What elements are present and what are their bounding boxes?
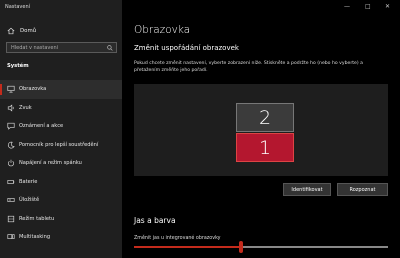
display-1[interactable]: 1 xyxy=(236,133,294,162)
brightness-heading: Jas a barva xyxy=(134,216,176,225)
power-icon xyxy=(8,160,14,167)
sidebar-item-label: Zvuk xyxy=(19,104,32,111)
sidebar-item-tablet-mode[interactable]: Režim tabletu xyxy=(0,210,122,229)
moon-icon xyxy=(7,141,15,149)
brightness-label: Změnit jas u integrované obrazovky xyxy=(134,236,221,241)
main-content: — □ ✕ Obrazovka Změnit uspořádání obrazo… xyxy=(122,0,400,258)
multitasking-icon xyxy=(7,234,15,240)
sidebar: Nastavení Domů Systém Obrazovka xyxy=(0,0,122,258)
home-link[interactable]: Domů xyxy=(7,26,117,36)
speaker-icon xyxy=(7,104,14,112)
sidebar-item-power-sleep[interactable]: Napájení a režim spánku xyxy=(0,154,122,173)
battery-icon xyxy=(7,179,15,184)
section-heading: Systém xyxy=(7,63,29,69)
monitor-icon xyxy=(7,86,15,93)
display-arrangement-area[interactable]: 2 1 xyxy=(134,84,388,176)
home-icon xyxy=(7,27,15,35)
arrangement-heading: Změnit uspořádání obrazovek xyxy=(134,44,239,52)
search-box[interactable] xyxy=(6,42,117,53)
detect-button[interactable]: Rozpoznat xyxy=(337,183,388,196)
sidebar-item-label: Napájení a režim spánku xyxy=(19,160,82,167)
brightness-slider[interactable] xyxy=(134,241,388,253)
sidebar-item-display[interactable]: Obrazovka xyxy=(0,80,122,99)
sidebar-item-focus-assist[interactable]: Pomocník pro lepší soustředění xyxy=(0,136,122,155)
brightness-slider-thumb[interactable] xyxy=(239,241,243,253)
maximize-icon[interactable]: □ xyxy=(365,3,371,10)
window-title: Nastavení xyxy=(5,4,31,10)
sidebar-item-label: Baterie xyxy=(19,178,38,185)
sidebar-item-label: Režim tabletu xyxy=(19,215,55,222)
sidebar-item-multitasking[interactable]: Multitasking xyxy=(0,228,122,247)
display-2[interactable]: 2 xyxy=(236,103,294,132)
close-icon[interactable]: ✕ xyxy=(385,3,390,10)
search-icon[interactable] xyxy=(107,45,113,51)
sidebar-item-sound[interactable]: Zvuk xyxy=(0,99,122,118)
message-icon xyxy=(7,123,15,131)
tablet-icon xyxy=(7,215,15,222)
sidebar-nav: Obrazovka Zvuk Oznámení a akce Pomocník … xyxy=(0,80,122,247)
sidebar-item-label: Oznámení a akce xyxy=(19,123,64,130)
storage-icon xyxy=(7,198,15,203)
minimize-icon[interactable]: — xyxy=(344,3,350,10)
brightness-slider-fill xyxy=(134,246,241,248)
identify-button[interactable]: Identifikovat xyxy=(283,183,331,196)
page-title: Obrazovka xyxy=(134,24,191,36)
sidebar-item-battery[interactable]: Baterie xyxy=(0,173,122,192)
arrangement-description: Pokud chcete změnit nastavení, vyberte z… xyxy=(134,61,363,73)
sidebar-item-storage[interactable]: Úložiště xyxy=(0,191,122,210)
sidebar-item-label: Obrazovka xyxy=(19,86,47,93)
sidebar-item-label: Úložiště xyxy=(19,197,40,204)
home-label: Domů xyxy=(20,28,37,34)
search-input[interactable] xyxy=(11,44,105,51)
sidebar-item-notifications[interactable]: Oznámení a akce xyxy=(0,117,122,136)
sidebar-item-label: Pomocník pro lepší soustředění xyxy=(19,141,99,148)
sidebar-item-label: Multitasking xyxy=(19,234,51,241)
